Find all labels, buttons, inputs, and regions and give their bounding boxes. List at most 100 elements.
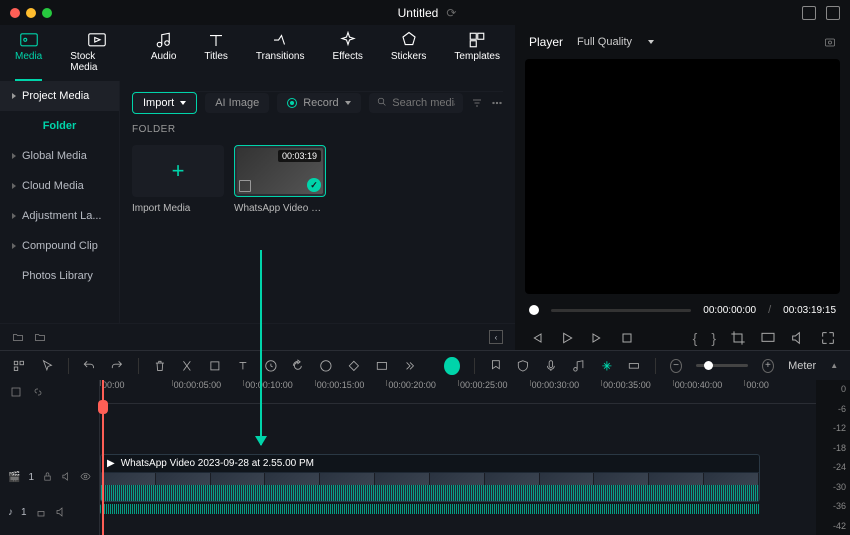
total-time: 00:03:19:15 bbox=[783, 305, 836, 316]
tab-stickers[interactable]: Stickers bbox=[391, 33, 427, 81]
sync-icon: ⟳ bbox=[446, 6, 456, 20]
playhead-time: 00:00:00:00 bbox=[703, 305, 756, 316]
layout-icon-1[interactable] bbox=[802, 6, 816, 20]
chevron-down-icon bbox=[648, 40, 654, 44]
volume-icon[interactable] bbox=[790, 330, 806, 346]
record-button[interactable]: Record bbox=[277, 93, 360, 113]
rotate-icon[interactable] bbox=[291, 358, 305, 374]
timeline-clip[interactable]: ▶WhatsApp Video 2023-09-28 at 2.55.00 PM bbox=[100, 454, 760, 502]
timeline-ruler[interactable]: 00:00 00:00:05:00 00:00:10:00 00:00:15:0… bbox=[100, 380, 816, 404]
text-icon[interactable] bbox=[236, 358, 250, 374]
more-icon[interactable] bbox=[491, 97, 503, 109]
lock-icon[interactable] bbox=[35, 506, 47, 518]
split-icon[interactable] bbox=[180, 358, 194, 374]
check-icon bbox=[307, 178, 321, 192]
import-button[interactable]: Import bbox=[132, 92, 197, 114]
collapse-sidebar[interactable]: ‹ bbox=[489, 330, 503, 344]
video-track-head[interactable]: 🎬 1 bbox=[0, 452, 99, 502]
ai-image-button[interactable]: AI Image bbox=[205, 93, 269, 113]
tab-templates[interactable]: Templates bbox=[454, 33, 500, 81]
scrub-track[interactable] bbox=[551, 309, 691, 312]
mic-icon[interactable] bbox=[544, 358, 558, 374]
link-icon[interactable] bbox=[627, 358, 641, 374]
timeline-canvas[interactable]: 00:00 00:00:05:00 00:00:10:00 00:00:15:0… bbox=[100, 380, 816, 535]
render-icon[interactable] bbox=[375, 358, 389, 374]
display-icon[interactable] bbox=[760, 330, 776, 346]
import-media-tile[interactable]: + Import Media bbox=[132, 145, 224, 214]
lock-icon[interactable] bbox=[42, 471, 53, 483]
scrub-handle[interactable] bbox=[529, 305, 539, 315]
sidebar-cloud-media[interactable]: Cloud Media bbox=[0, 171, 119, 201]
sidebar-project-media[interactable]: Project Media bbox=[0, 81, 119, 111]
tab-titles[interactable]: Titles bbox=[204, 33, 228, 81]
media-clip-tile[interactable]: 00:03:19 WhatsApp Video 202... bbox=[234, 145, 326, 214]
delete-icon[interactable] bbox=[153, 358, 167, 374]
link-track-icon[interactable] bbox=[32, 386, 44, 398]
stop-button[interactable] bbox=[619, 330, 635, 346]
search-media[interactable] bbox=[369, 93, 463, 113]
mute-icon[interactable] bbox=[55, 506, 67, 518]
sidebar-folder[interactable]: Folder bbox=[0, 111, 119, 141]
crop-icon[interactable] bbox=[730, 330, 746, 346]
folder-heading: FOLDER bbox=[132, 124, 503, 135]
preview-canvas[interactable] bbox=[525, 59, 840, 294]
tab-stock-media[interactable]: Stock Media bbox=[70, 33, 123, 81]
sidebar-global-media[interactable]: Global Media bbox=[0, 141, 119, 171]
player-label: Player bbox=[529, 35, 563, 49]
search-icon bbox=[377, 97, 387, 109]
search-input[interactable] bbox=[392, 97, 455, 109]
fullscreen-icon[interactable] bbox=[820, 330, 836, 346]
redo-icon[interactable] bbox=[110, 358, 124, 374]
minimize-window[interactable] bbox=[26, 8, 36, 18]
keyframe-icon[interactable] bbox=[347, 358, 361, 374]
audio-track-waveform[interactable] bbox=[100, 504, 760, 514]
sidebar-adjustment-layer[interactable]: Adjustment La... bbox=[0, 201, 119, 231]
mute-icon[interactable] bbox=[61, 471, 72, 483]
prev-frame-button[interactable] bbox=[529, 330, 545, 346]
audio-track-head[interactable]: ♪ 1 bbox=[0, 502, 99, 522]
sidebar-compound-clip[interactable]: Compound Clip bbox=[0, 231, 119, 261]
snapshot-icon[interactable] bbox=[824, 36, 836, 48]
eye-icon[interactable] bbox=[80, 471, 91, 483]
more-tools-icon[interactable] bbox=[402, 358, 416, 374]
undo-icon[interactable] bbox=[82, 358, 96, 374]
tool-grid-icon[interactable] bbox=[12, 358, 26, 374]
tool-cursor-icon[interactable] bbox=[40, 358, 54, 374]
filter-icon[interactable] bbox=[471, 97, 483, 109]
tab-transitions[interactable]: Transitions bbox=[256, 33, 305, 81]
playhead[interactable] bbox=[102, 380, 104, 535]
tab-effects[interactable]: Effects bbox=[332, 33, 362, 81]
folder-icon[interactable] bbox=[34, 331, 46, 343]
ai-feature-icon[interactable] bbox=[444, 357, 459, 375]
play-button[interactable] bbox=[559, 330, 575, 346]
quality-select[interactable]: Full Quality bbox=[577, 36, 654, 48]
window-controls[interactable] bbox=[10, 8, 52, 18]
speed-icon[interactable] bbox=[264, 358, 278, 374]
track-options-icon[interactable] bbox=[10, 386, 22, 398]
crop-tool-icon[interactable] bbox=[208, 358, 222, 374]
next-frame-button[interactable] bbox=[589, 330, 605, 346]
maximize-window[interactable] bbox=[42, 8, 52, 18]
new-folder-icon[interactable] bbox=[12, 331, 24, 343]
close-window[interactable] bbox=[10, 8, 20, 18]
audio-track-icon: ♪ bbox=[8, 507, 13, 518]
shield-icon[interactable] bbox=[516, 358, 530, 374]
project-title: Untitled bbox=[398, 6, 439, 20]
top-tabs: Media Stock Media Audio Titles Transitio… bbox=[0, 25, 515, 81]
tab-audio[interactable]: Audio bbox=[151, 33, 177, 81]
music-icon[interactable] bbox=[572, 358, 586, 374]
tab-media[interactable]: Media bbox=[15, 33, 42, 81]
mark-in-icon[interactable]: { bbox=[693, 330, 698, 346]
record-icon bbox=[287, 98, 297, 108]
meter-label[interactable]: Meter bbox=[788, 360, 816, 372]
snap-icon[interactable] bbox=[600, 358, 614, 374]
zoom-in-button[interactable]: + bbox=[762, 359, 774, 373]
zoom-slider[interactable] bbox=[696, 364, 748, 367]
sidebar-photos-library[interactable]: Photos Library bbox=[0, 261, 119, 291]
color-icon[interactable] bbox=[319, 358, 333, 374]
mark-out-icon[interactable]: } bbox=[711, 330, 716, 346]
zoom-out-button[interactable]: − bbox=[670, 359, 682, 373]
marker-icon[interactable] bbox=[489, 358, 503, 374]
layout-icon-2[interactable] bbox=[826, 6, 840, 20]
chevron-down-icon bbox=[345, 101, 351, 105]
